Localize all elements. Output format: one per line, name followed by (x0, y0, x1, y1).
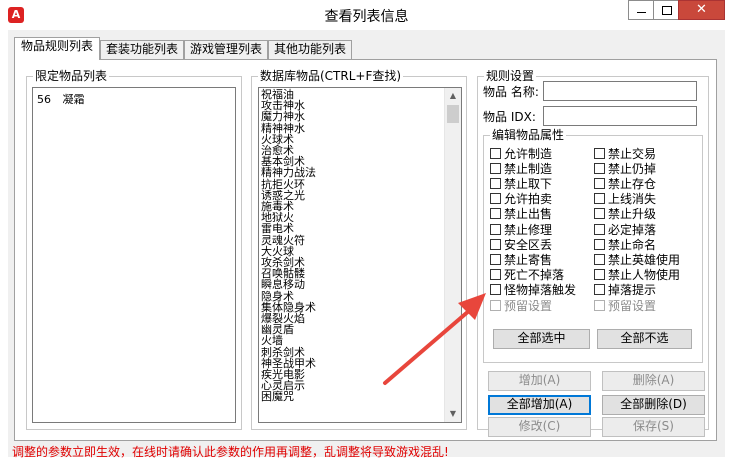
close-button[interactable]: ✕ (678, 0, 725, 20)
list-item[interactable]: 困魔咒 (259, 391, 445, 402)
status-warning-text: 调整的参数立即生效，在线时请确认此参数的作用再调整，乱调整将导致游戏混乱! (12, 445, 449, 459)
restricted-items-list[interactable]: 56 凝霜 (32, 87, 236, 423)
rules-settings-label: 规则设置 (484, 69, 537, 83)
item-name-label: 物品 名称: (483, 85, 539, 99)
select-all-button[interactable]: 全部选中 (493, 329, 590, 349)
client-area: 物品规则列表 套装功能列表 游戏管理列表 其他功能列表 限定物品列表 56 凝霜… (8, 30, 725, 459)
tab-set-functions[interactable]: 套装功能列表 (100, 40, 184, 59)
checkbox-box[interactable] (490, 238, 501, 250)
item-name-input[interactable] (543, 81, 697, 101)
checkbox-right-4[interactable]: 禁止升级 (594, 207, 656, 221)
save-button[interactable]: 保存(S) (602, 417, 705, 437)
checkbox-left-5[interactable]: 禁止修理 (490, 222, 552, 237)
checkbox-label: 预留设置 (504, 298, 553, 313)
checkbox-left-1[interactable]: 禁止制造 (490, 161, 552, 176)
checkbox-box[interactable] (594, 162, 605, 174)
checkbox-right-10[interactable]: 预留设置 (594, 298, 657, 313)
delete-button[interactable]: 删除(A) (602, 371, 705, 391)
checkbox-left-8[interactable]: 死亡不掉落 (490, 268, 564, 282)
checkbox-left-10[interactable]: 预留设置 (490, 298, 553, 313)
checkbox-right-1[interactable]: 禁止仍掉 (594, 161, 656, 176)
restricted-items-group: 限定物品列表 56 凝霜 (26, 69, 242, 430)
checkbox-right-5[interactable]: 必定掉落 (594, 222, 656, 237)
list-item[interactable]: 火墙 (259, 335, 445, 346)
checkbox-box[interactable] (594, 284, 605, 296)
item-id: 56 (37, 93, 51, 106)
item-attributes-group: 编辑物品属性 允许制造 禁止制造 禁止取下 允许拍卖 禁止出售 禁止修理 安全区丢 禁止寄售死… (483, 128, 703, 363)
deselect-all-button[interactable]: 全部不选 (597, 329, 692, 349)
add-button[interactable]: 增加(A) (488, 371, 591, 391)
checkbox-label: 预留设置 (608, 298, 657, 313)
dialog-window: A 查看列表信息 ✕ 物品规则列表 套装功能列表 游戏管理列表 其他功能列表 限… (0, 0, 733, 465)
close-icon: ✕ (696, 2, 707, 17)
database-items-label: 数据库物品(CTRL+F查找) (258, 69, 404, 83)
checkbox-box[interactable] (594, 208, 605, 220)
checkbox-box[interactable] (490, 253, 501, 265)
tab-item-rules[interactable]: 物品规则列表 (14, 37, 100, 60)
window-title: 查看列表信息 (324, 9, 409, 25)
restricted-items-label: 限定物品列表 (33, 69, 110, 83)
item-attributes-label: 编辑物品属性 (490, 128, 567, 142)
list-item[interactable]: 魔力神水 (259, 111, 445, 122)
checkbox-box[interactable] (490, 269, 501, 281)
database-list-scrollbar[interactable]: ▲ ▼ (444, 88, 461, 422)
checkbox-box[interactable] (594, 269, 605, 281)
checkbox-box[interactable] (490, 193, 501, 205)
checkbox-left-4[interactable]: 禁止出售 (490, 207, 552, 221)
checkbox-box[interactable] (594, 299, 605, 311)
minimize-button[interactable] (628, 0, 654, 20)
tab-other-functions[interactable]: 其他功能列表 (268, 40, 352, 59)
tab-panel: 限定物品列表 56 凝霜 数据库物品(CTRL+F查找) 祝福油 攻击神水 魔力神水… (14, 59, 717, 441)
list-item[interactable]: 雷电术 (259, 223, 445, 234)
scroll-up-icon[interactable]: ▲ (445, 88, 461, 104)
checkbox-box[interactable] (490, 147, 501, 159)
checkbox-right-2[interactable]: 禁止存仓 (594, 176, 656, 191)
checkbox-box[interactable] (594, 177, 605, 189)
list-item[interactable]: 幽灵盾 (259, 324, 445, 335)
maximize-button[interactable] (653, 0, 679, 20)
checkbox-left-7[interactable]: 禁止寄售 (490, 252, 552, 267)
checkbox-box[interactable] (594, 223, 605, 235)
scroll-down-icon[interactable]: ▼ (445, 406, 461, 422)
database-items-group: 数据库物品(CTRL+F查找) 祝福油 攻击神水 魔力神水 精神神水 火球术 治愈术 基本剑… (251, 69, 467, 430)
checkbox-left-2[interactable]: 禁止取下 (490, 176, 552, 191)
rules-settings-group: 规则设置 物品 名称: 物品 IDX: 编辑物品属性 允许制造 禁止制造 禁止取下允… (477, 69, 709, 437)
item-idx-input[interactable] (543, 106, 697, 126)
database-items-list[interactable]: 祝福油 攻击神水 魔力神水 精神神水 火球术 治愈术 基本剑术 精神力战法 抗拒火环 诱惑之光 施毒… (258, 87, 462, 423)
checkbox-left-0[interactable]: 允许制造 (490, 146, 552, 161)
checkbox-right-6[interactable]: 禁止命名 (594, 237, 656, 252)
checkbox-right-3[interactable]: 上线消失 (594, 192, 656, 206)
title-bar: A 查看列表信息 ✕ (0, 0, 733, 30)
checkbox-box[interactable] (490, 284, 501, 296)
checkbox-left-9[interactable]: 怪物掉落触发 (490, 283, 576, 297)
checkbox-box[interactable] (594, 253, 605, 265)
checkbox-box[interactable] (490, 223, 501, 235)
scroll-thumb[interactable] (447, 105, 459, 123)
checkbox-left-6[interactable]: 安全区丢 (490, 237, 552, 252)
delete-all-button[interactable]: 全部删除(D) (602, 395, 705, 415)
list-item[interactable]: 瞬息移动 (259, 279, 445, 290)
checkbox-box[interactable] (490, 299, 501, 311)
checkbox-right-9[interactable]: 掉落提示 (594, 283, 656, 297)
checkbox-box[interactable] (594, 238, 605, 250)
checkbox-left-3[interactable]: 允许拍卖 (490, 192, 552, 206)
add-all-button[interactable]: 全部增加(A) (488, 395, 591, 415)
checkbox-right-7[interactable]: 禁止英雄使用 (594, 252, 680, 267)
checkbox-right-0[interactable]: 禁止交易 (594, 146, 656, 161)
checkbox-box[interactable] (594, 193, 605, 205)
list-item[interactable]: 精神力战法 (259, 167, 445, 178)
checkbox-right-8[interactable]: 禁止人物使用 (594, 268, 680, 282)
tab-game-management[interactable]: 游戏管理列表 (184, 40, 268, 59)
modify-button[interactable]: 修改(C) (488, 417, 591, 437)
checkbox-box[interactable] (594, 147, 605, 159)
checkbox-box[interactable] (490, 162, 501, 174)
list-item[interactable]: 56 凝霜 (33, 88, 235, 107)
checkbox-box[interactable] (490, 177, 501, 189)
item-name: 凝霜 (62, 93, 85, 106)
item-idx-label: 物品 IDX: (483, 110, 536, 124)
checkbox-box[interactable] (490, 208, 501, 220)
